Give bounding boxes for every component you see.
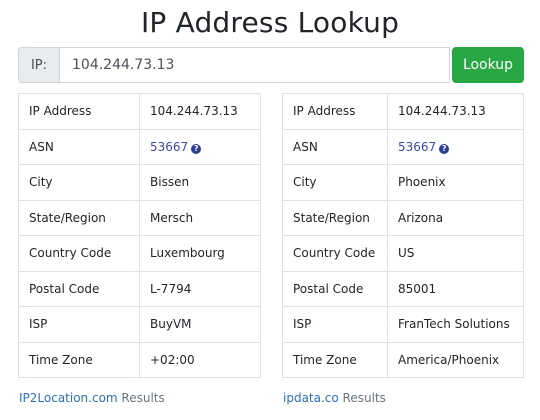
row-value: 53667?	[139, 128, 261, 165]
table-row: ISP FranTech Solutions	[282, 306, 524, 343]
table-row: IP Address 104.244.73.13	[282, 93, 524, 130]
row-label: City	[282, 164, 388, 201]
row-value: BuyVM	[139, 306, 261, 343]
row-label: ISP	[18, 306, 140, 343]
row-value: America/Phoenix	[387, 341, 524, 378]
table-row: ASN 53667?	[18, 128, 261, 165]
ipdata-source-caption: ipdata.co Results	[283, 391, 386, 405]
table-row: State/Region Mersch	[18, 199, 261, 236]
table-row: Time Zone America/Phoenix	[282, 341, 524, 378]
source-suffix: Results	[117, 391, 165, 405]
help-icon[interactable]: ?	[191, 143, 202, 154]
ip-input[interactable]	[59, 47, 450, 83]
row-label: Time Zone	[282, 341, 388, 378]
row-value: Arizona	[387, 199, 524, 236]
row-value: Luxembourg	[139, 235, 261, 272]
asn-link[interactable]: 53667	[398, 140, 436, 154]
row-label: Country Code	[282, 235, 388, 272]
table-row: Postal Code L-7794	[18, 270, 261, 307]
table-row: IP Address 104.244.73.13	[18, 93, 261, 130]
row-label: ASN	[282, 128, 388, 165]
table-row: State/Region Arizona	[282, 199, 524, 236]
row-label: IP Address	[18, 93, 140, 130]
ip2location-source-caption: IP2Location.com Results	[19, 391, 165, 405]
row-value: 85001	[387, 270, 524, 307]
row-label: IP Address	[282, 93, 388, 130]
table-row: City Phoenix	[282, 164, 524, 201]
row-label: ASN	[18, 128, 140, 165]
row-label: Country Code	[18, 235, 140, 272]
table-row: ASN 53667?	[282, 128, 524, 165]
row-label: State/Region	[282, 199, 388, 236]
source-suffix: Results	[338, 391, 386, 405]
ip2location-link[interactable]: IP2Location.com	[19, 391, 118, 405]
row-value: 104.244.73.13	[387, 93, 524, 130]
row-label: Time Zone	[18, 341, 140, 378]
table-row: Country Code Luxembourg	[18, 235, 261, 272]
help-icon[interactable]: ?	[439, 143, 450, 154]
ip2location-results-table: IP Address 104.244.73.13 ASN 53667? City…	[18, 93, 261, 378]
row-label: ISP	[282, 306, 388, 343]
row-label: Postal Code	[18, 270, 140, 307]
table-row: City Bissen	[18, 164, 261, 201]
lookup-button[interactable]: Lookup	[452, 47, 524, 83]
table-row: Country Code US	[282, 235, 524, 272]
row-value: Mersch	[139, 199, 261, 236]
ip-prefix-label: IP:	[18, 47, 59, 83]
ip-search-bar: IP: Lookup	[18, 47, 524, 83]
row-value: Bissen	[139, 164, 261, 201]
row-value: Phoenix	[387, 164, 524, 201]
ipdata-link[interactable]: ipdata.co	[283, 391, 339, 405]
table-row: ISP BuyVM	[18, 306, 261, 343]
row-value: +02:00	[139, 341, 261, 378]
row-value: L-7794	[139, 270, 261, 307]
row-value: 53667?	[387, 128, 524, 165]
row-value: US	[387, 235, 524, 272]
row-label: Postal Code	[282, 270, 388, 307]
asn-link[interactable]: 53667	[150, 140, 188, 154]
row-value: 104.244.73.13	[139, 93, 261, 130]
page-title: IP Address Lookup	[140, 6, 400, 39]
table-row: Time Zone +02:00	[18, 341, 261, 378]
table-row: Postal Code 85001	[282, 270, 524, 307]
row-value: FranTech Solutions	[387, 306, 524, 343]
row-label: City	[18, 164, 140, 201]
row-label: State/Region	[18, 199, 140, 236]
ipdata-results-table: IP Address 104.244.73.13 ASN 53667? City…	[282, 93, 524, 378]
